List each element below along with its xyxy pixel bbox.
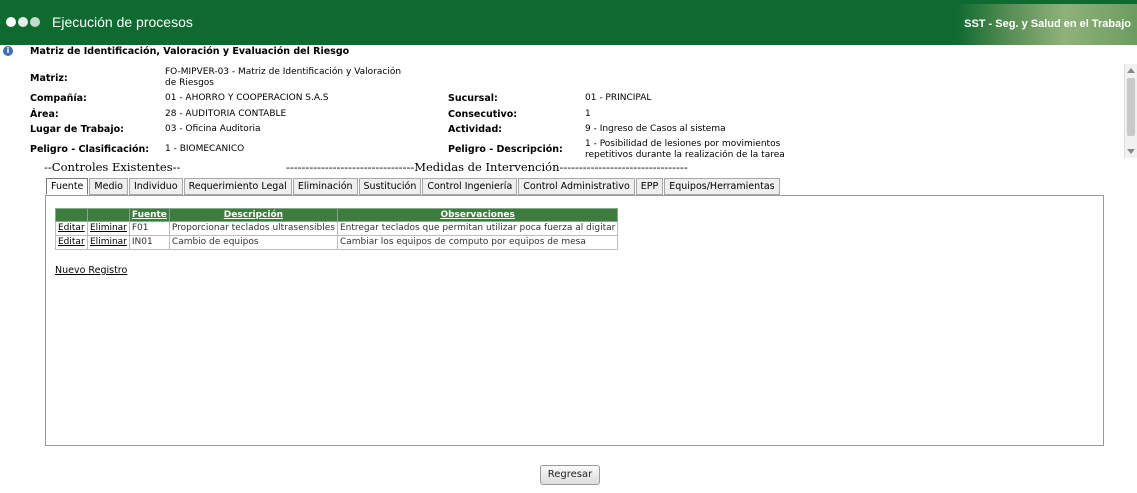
actividad-value: 9 - Ingreso de Casos al sistema <box>585 124 726 134</box>
app-title: Ejecución de procesos <box>52 14 193 30</box>
edit-column-header <box>55 208 88 222</box>
peligro-descripcion-value: 1 - Posibilidad de lesiones por movimien… <box>585 139 785 160</box>
tab-control-administrativo[interactable]: Control Administrativo <box>518 178 635 195</box>
brand-label: SST - Seg. y Salud en el Trabajo <box>964 18 1131 30</box>
delete-column-header <box>87 208 130 222</box>
table-header-row: Fuente Descripción Observaciones <box>55 208 619 222</box>
tab-epp[interactable]: EPP <box>635 178 664 195</box>
compania-label: Compañía: <box>30 93 87 104</box>
app-header: Ejecución de procesos SST - Seg. y Salud… <box>0 0 1137 45</box>
fuente-cell: F01 <box>128 221 170 236</box>
observaciones-cell: Cambiar los equipos de computo por equip… <box>336 235 619 250</box>
tab-bar: Fuente Medio Individuo Requerimiento Legal E… <box>46 178 781 195</box>
peligro-clasificacion-label: Peligro - Clasificación: <box>30 144 150 155</box>
area-label: Área: <box>30 109 59 120</box>
page-title: Matriz de Identificación, Valoración y E… <box>30 46 350 57</box>
scroll-up-icon[interactable] <box>1127 68 1135 73</box>
tab-control-ingenieria[interactable]: Control Ingeniería <box>422 178 518 195</box>
tab-equipos-herramientas[interactable]: Equipos/Herramientas <box>664 178 780 195</box>
delete-link[interactable]: Eliminar <box>87 235 130 250</box>
lugar-trabajo-value: 03 - Oficina Auditoria <box>165 124 261 134</box>
details-scrollbar[interactable] <box>1124 64 1137 158</box>
table-row: Editar Eliminar F01 Proporcionar teclado… <box>55 221 619 236</box>
peligro-descripcion-label: Peligro - Descripción: <box>448 144 563 155</box>
tab-fuente[interactable]: Fuente <box>46 178 89 195</box>
medidas-intervencion-header: ---------------------------------Medidas… <box>286 160 688 174</box>
info-icon: i <box>3 46 13 56</box>
controles-existentes-header: --Controles Existentes-- <box>44 160 181 174</box>
matriz-value: FO-MIPVER-03 - Matriz de Identificación … <box>165 67 402 88</box>
delete-link[interactable]: Eliminar <box>87 221 130 236</box>
controles-table: Fuente Descripción Observaciones Editar … <box>55 208 619 250</box>
sucursal-label: Sucursal: <box>448 93 498 104</box>
regresar-button[interactable]: Regresar <box>540 465 600 485</box>
matriz-label: Matriz: <box>30 73 68 84</box>
sucursal-value: 01 - PRINCIPAL <box>585 93 652 103</box>
fuente-column-header[interactable]: Fuente <box>128 208 170 222</box>
lugar-trabajo-label: Lugar de Trabajo: <box>30 124 124 135</box>
tab-panel: Fuente Descripción Observaciones Editar … <box>45 195 1104 446</box>
observaciones-column-header[interactable]: Observaciones <box>336 208 619 222</box>
descripcion-cell: Proporcionar teclados ultrasensibles <box>168 221 338 236</box>
observaciones-cell: Entregar teclados que permitan utilizar … <box>336 221 619 236</box>
edit-link[interactable]: Editar <box>55 221 88 236</box>
window-dots-icon <box>6 17 42 30</box>
tab-eliminacion[interactable]: Eliminación <box>292 178 358 195</box>
edit-link[interactable]: Editar <box>55 235 88 250</box>
consecutivo-value: 1 <box>585 109 591 119</box>
peligro-clasificacion-value: 1 - BIOMECANICO <box>165 144 245 154</box>
compania-value: 01 - AHORRO Y COOPERACION S.A.S <box>165 93 329 103</box>
nuevo-registro-link[interactable]: Nuevo Registro <box>55 265 127 276</box>
actividad-label: Actividad: <box>448 124 503 135</box>
descripcion-cell: Cambio de equipos <box>168 235 338 250</box>
area-value: 28 - AUDITORIA CONTABLE <box>165 109 287 119</box>
scroll-down-icon[interactable] <box>1127 149 1135 154</box>
tab-medio[interactable]: Medio <box>89 178 128 195</box>
tab-individuo[interactable]: Individuo <box>128 178 183 195</box>
scroll-thumb[interactable] <box>1127 78 1135 136</box>
descripcion-column-header[interactable]: Descripción <box>168 208 338 222</box>
consecutivo-label: Consecutivo: <box>448 109 518 120</box>
tab-requerimiento-legal[interactable]: Requerimiento Legal <box>183 178 292 195</box>
tab-sustitucion[interactable]: Sustitución <box>358 178 422 195</box>
fuente-cell: IN01 <box>128 235 170 250</box>
table-row: Editar Eliminar IN01 Cambio de equipos C… <box>55 235 619 250</box>
